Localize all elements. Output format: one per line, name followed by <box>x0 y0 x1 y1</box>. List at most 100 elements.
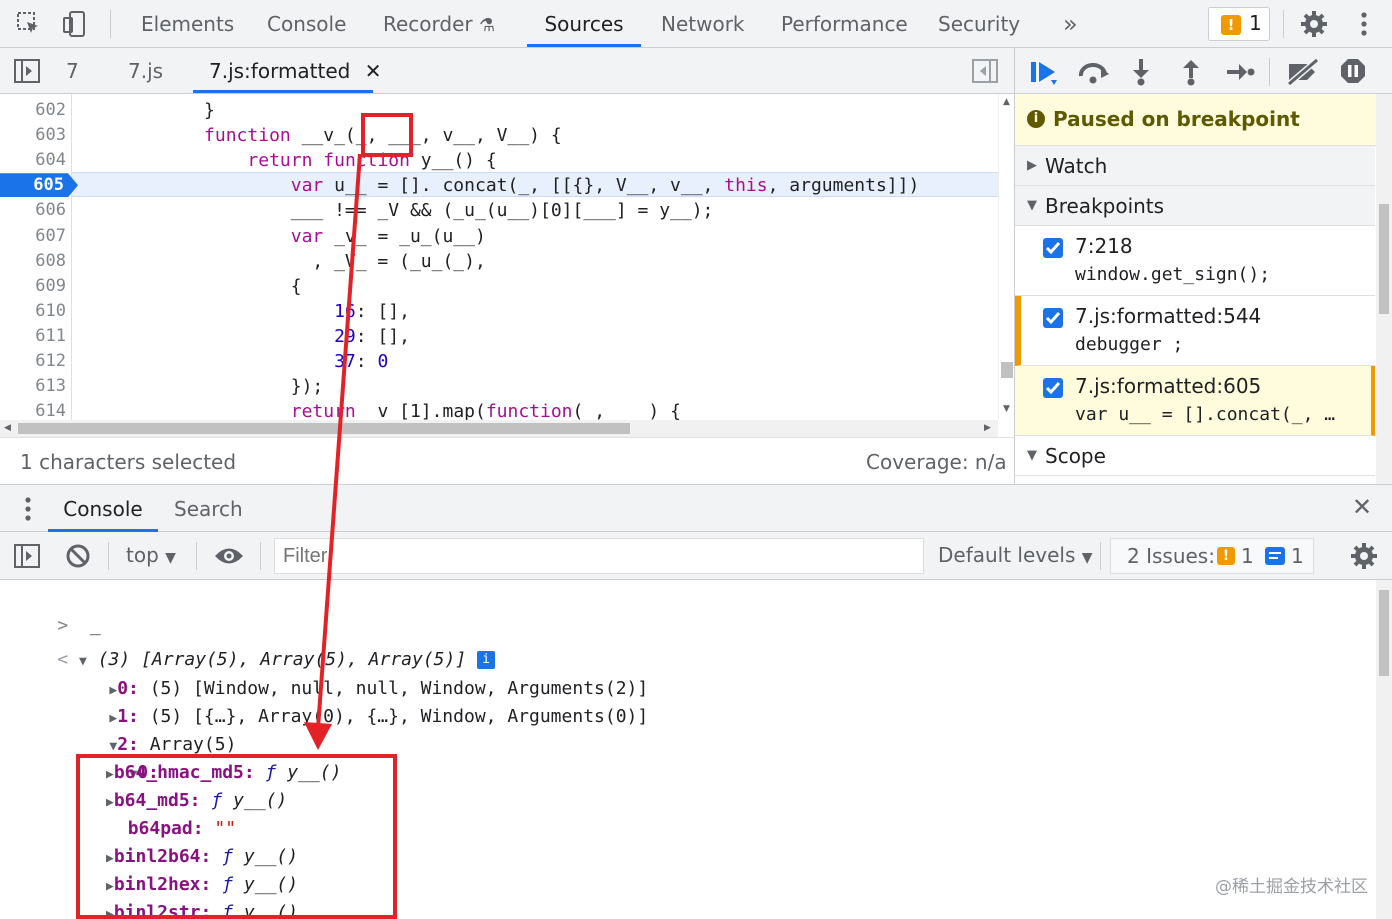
tab-security[interactable]: Security <box>938 0 1020 47</box>
more-tabs-button[interactable]: » <box>1063 0 1078 47</box>
code-line[interactable]: 37: 0 <box>74 349 998 374</box>
inspect-element-icon[interactable] <box>16 11 42 37</box>
line-number[interactable]: 612 <box>0 349 66 374</box>
code-token: ___ !== _V && (_u_(u__)[0][___] = y__); <box>74 200 714 222</box>
breakpoint-marker[interactable]: 605 <box>0 173 78 198</box>
scroll-thumb[interactable] <box>1379 204 1389 314</box>
issues-count: 1 <box>1249 11 1262 35</box>
scroll-thumb[interactable] <box>1001 362 1013 378</box>
code-line[interactable]: }); <box>74 374 998 399</box>
line-number[interactable]: 609 <box>0 274 66 299</box>
collapse-triangle-icon: ▼ <box>1027 198 1037 213</box>
tab-sources[interactable]: Sources <box>527 0 641 47</box>
console-result-row[interactable]: < ▼ (3) [Array(5), Array(5), Array(5)] i <box>14 618 496 670</box>
live-expression-eye-icon[interactable] <box>214 545 244 567</box>
more-options-icon[interactable] <box>1354 10 1374 38</box>
tab-performance[interactable]: Performance <box>781 0 908 47</box>
editor-vscrollbar[interactable]: ▲ ▼ <box>998 94 1014 420</box>
checkbox-checked-icon[interactable] <box>1043 308 1063 328</box>
array-entry-row[interactable]: ▼2: Array(5) <box>66 703 236 755</box>
step-over-icon[interactable] <box>1077 58 1111 86</box>
coverage-status[interactable]: Coverage: n/a <box>866 450 1007 474</box>
line-number[interactable]: 608 <box>0 249 66 274</box>
code-line[interactable]: 29: [], <box>74 324 998 349</box>
file-tab-7[interactable]: 7 <box>66 48 79 93</box>
device-toolbar-icon[interactable] <box>62 10 90 38</box>
console-settings-gear-icon[interactable] <box>1350 542 1378 570</box>
drawer-tab-console[interactable]: Console <box>48 485 158 532</box>
code-line[interactable]: , _V_ = (_u_(_), <box>74 249 998 274</box>
breakpoint-item[interactable]: 7.js:formatted:544 debugger ; <box>1015 296 1375 366</box>
tab-recorder[interactable]: Recorder ⚗ <box>383 0 495 47</box>
deactivate-breakpoints-icon[interactable] <box>1285 58 1321 86</box>
drawer-menu-icon[interactable] <box>18 495 38 523</box>
close-drawer-icon[interactable]: ✕ <box>1352 493 1372 521</box>
scroll-thumb[interactable] <box>1379 590 1389 676</box>
close-tab-icon[interactable]: ✕ <box>365 59 382 83</box>
line-number[interactable]: 607 <box>0 224 66 249</box>
sidebar-scrollbar[interactable] <box>1376 94 1392 484</box>
step-out-icon[interactable] <box>1179 58 1203 86</box>
code-line[interactable]: ___ !== _V && (_u_(u__)[0][___] = y__); <box>74 198 998 223</box>
context-selector[interactable]: top ▼ <box>126 543 176 567</box>
code-line[interactable]: { <box>74 274 998 299</box>
scroll-up-arrow[interactable]: ▲ <box>1003 97 1010 107</box>
tab-network[interactable]: Network <box>661 0 745 47</box>
log-levels-dropdown[interactable]: Default levels ▼ <box>938 543 1093 567</box>
line-number[interactable]: 606 <box>0 198 66 223</box>
scroll-down-arrow[interactable]: ▼ <box>1003 404 1010 414</box>
watch-section-header[interactable]: ▶ Watch <box>1015 146 1375 186</box>
line-number[interactable]: 610 <box>0 299 66 324</box>
checkbox-checked-icon[interactable] <box>1043 238 1063 258</box>
settings-gear-icon[interactable] <box>1300 10 1328 38</box>
console-sidebar-toggle-icon[interactable] <box>14 544 40 568</box>
scroll-right-arrow[interactable]: ▶ <box>984 423 991 433</box>
code-editor[interactable]: 602 } 603 function __v_(_, ___, v__, V__)… <box>0 94 998 420</box>
devtools-main-toolbar: Elements Console Recorder ⚗ Sources Netw… <box>0 0 1392 48</box>
code-line[interactable]: function __v_(_, ___, v__, V__) { <box>74 123 998 148</box>
watermark: @稀土掘金技术社区 <box>1215 877 1368 897</box>
issues-counter-button[interactable]: 2 Issues: ! 1 1 <box>1110 538 1314 574</box>
code-line[interactable]: 16: [], <box>74 299 998 324</box>
code-line[interactable]: } <box>74 98 998 123</box>
scroll-left-arrow[interactable]: ◀ <box>4 423 11 433</box>
issues-badge-button[interactable]: ! 1 <box>1208 7 1270 41</box>
breakpoint-location: 7.js:formatted:605 <box>1075 374 1262 398</box>
breakpoint-item-active[interactable]: 7.js:formatted:605 var u__ = [].concat(_… <box>1015 366 1375 436</box>
tab-elements[interactable]: Elements <box>141 0 234 47</box>
dropdown-arrow-icon: ▼ <box>1081 550 1093 566</box>
checkbox-checked-icon[interactable] <box>1043 378 1063 398</box>
code-line[interactable]: var _v_ = _u_(u__) <box>74 224 998 249</box>
clear-console-icon[interactable] <box>66 544 90 568</box>
file-tab-7-js-formatted[interactable]: 7.js:formatted ✕ <box>193 48 382 93</box>
console-scrollbar[interactable] <box>1376 580 1392 919</box>
toolbar-divider <box>1283 10 1284 38</box>
line-number[interactable]: 614 <box>0 399 66 420</box>
editor-hscrollbar[interactable]: ◀ ▶ <box>0 420 998 437</box>
code-line[interactable]: return _v_[1].map(function(_, ___) { <box>74 399 998 420</box>
code-token: function <box>204 125 291 147</box>
drawer-tab-search[interactable]: Search <box>174 485 243 532</box>
resume-icon[interactable] <box>1029 58 1059 86</box>
tab-console[interactable]: Console <box>267 0 346 47</box>
toggle-debugger-icon[interactable] <box>972 59 998 83</box>
code-line[interactable]: var u__ = []. concat(_, [[{}, V__, v__, … <box>74 173 998 198</box>
line-number[interactable]: 611 <box>0 324 66 349</box>
step-icon[interactable] <box>1225 58 1255 86</box>
line-number[interactable]: 603 <box>0 123 66 148</box>
breakpoints-section-header[interactable]: ▼ Breakpoints <box>1015 186 1375 226</box>
line-number[interactable]: 602 <box>0 98 66 123</box>
toggle-navigator-icon[interactable] <box>14 59 40 83</box>
scope-section-header[interactable]: ▼ Scope <box>1015 436 1375 476</box>
code-token: { <box>74 275 302 297</box>
pause-on-exceptions-icon[interactable] <box>1339 57 1367 85</box>
file-tab-7-js[interactable]: 7.js <box>128 48 163 93</box>
code-line[interactable]: return function y__() { <box>74 148 998 173</box>
breakpoint-item[interactable]: 7:218 window.get_sign(); <box>1015 226 1375 296</box>
step-into-icon[interactable] <box>1129 58 1153 86</box>
line-number[interactable]: 613 <box>0 374 66 399</box>
code-token: , _V_ = (_u_(_), <box>74 250 486 272</box>
breakpoint-location: 7.js:formatted:544 <box>1075 304 1262 328</box>
line-number[interactable]: 604 <box>0 148 66 173</box>
